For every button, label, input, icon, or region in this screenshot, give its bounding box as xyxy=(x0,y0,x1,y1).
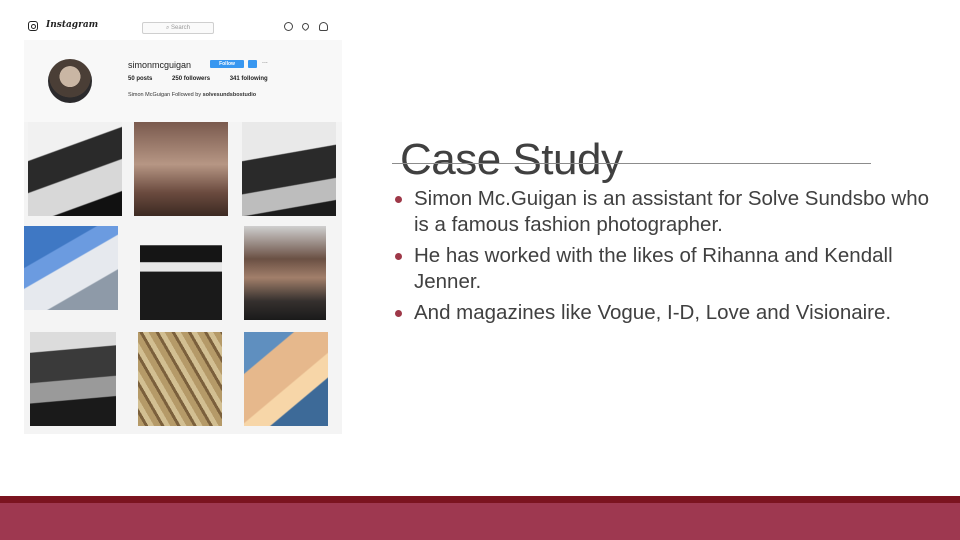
instagram-topbar: Instagram ⌕ Search xyxy=(24,14,342,41)
slide-title: Case Study xyxy=(400,135,623,185)
bullet-list: Simon Mc.Guigan is an assistant for Solv… xyxy=(392,186,932,331)
instagram-logo-icon xyxy=(28,21,38,31)
photo-tile xyxy=(30,332,116,426)
footer-band xyxy=(0,503,960,540)
posts-count: 50 posts xyxy=(128,76,153,82)
avatar xyxy=(48,59,92,103)
search-placeholder: Search xyxy=(171,25,191,31)
photo-grid xyxy=(24,122,342,434)
following-count: 341 following xyxy=(229,76,268,82)
title-divider xyxy=(392,163,871,164)
bio-name: Simon McGuigan xyxy=(128,92,171,98)
bullet-item: He has worked with the likes of Rihanna … xyxy=(392,243,932,295)
photo-tile xyxy=(244,226,326,320)
profile-stats: 50 posts 250 followers 341 following xyxy=(128,76,286,82)
follow-dropdown-button xyxy=(248,60,257,68)
photo-tile xyxy=(138,332,222,426)
heart-icon xyxy=(300,21,311,32)
photo-tile xyxy=(140,226,222,320)
footer-line xyxy=(0,496,960,503)
follow-button: Follow xyxy=(210,60,244,68)
instagram-wordmark: Instagram xyxy=(46,20,99,30)
user-icon xyxy=(319,22,328,31)
photo-tile xyxy=(242,122,336,216)
compass-icon xyxy=(284,22,293,31)
search-input: ⌕ Search xyxy=(142,22,214,34)
bullet-item: And magazines like Vogue, I-D, Love and … xyxy=(392,300,932,326)
instagram-screenshot: Instagram ⌕ Search simonmcguigan Follow … xyxy=(24,14,342,434)
photo-tile xyxy=(28,122,122,216)
followed-by-label: Followed by xyxy=(171,92,202,98)
photo-tile xyxy=(134,122,228,216)
profile-username: simonmcguigan xyxy=(128,60,192,70)
profile-bio: Simon McGuigan Followed by solvesundsbos… xyxy=(128,92,256,98)
bullet-item: Simon Mc.Guigan is an assistant for Solv… xyxy=(392,186,932,238)
followers-count: 250 followers xyxy=(172,76,211,82)
followed-by-user: solvesundsbostudio xyxy=(202,92,257,98)
more-options-icon: ... xyxy=(262,58,268,65)
photo-tile xyxy=(24,226,118,310)
photo-tile xyxy=(244,332,328,426)
profile-header: simonmcguigan Follow ... 50 posts 250 fo… xyxy=(24,40,342,122)
